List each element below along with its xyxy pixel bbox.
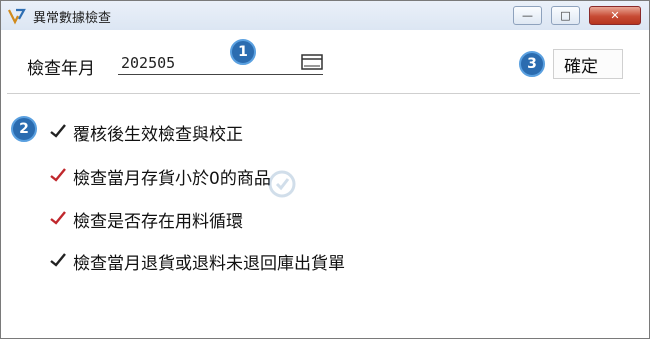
option-label: 檢查當月存貨小於0的商品 xyxy=(73,169,271,189)
option-label: 覆核後生效檢查與校正 xyxy=(73,125,243,145)
checkmark-icon xyxy=(50,211,66,225)
period-panel: 檢查年月 1 3 確定 xyxy=(7,37,640,94)
step-badge-3: 3 xyxy=(519,51,545,77)
period-input[interactable] xyxy=(118,50,323,75)
checkmark-icon xyxy=(50,168,66,182)
close-button[interactable]: ✕ xyxy=(589,6,641,25)
window-title: 異常數據檢查 xyxy=(33,11,112,26)
calendar-icon[interactable] xyxy=(301,54,323,70)
period-label: 檢查年月 xyxy=(27,59,95,79)
checkmark-icon xyxy=(50,124,66,138)
dialog-window: 異常數據檢查 — □ ✕ 檢查年月 1 3 確定 2 覆核後生效檢查與校正 檢查… xyxy=(0,0,650,339)
title-bar[interactable]: 異常數據檢查 — □ ✕ xyxy=(1,1,649,30)
ok-button[interactable]: 確定 xyxy=(553,49,623,79)
option-label: 檢查當月退貨或退料未退回庫出貨單 xyxy=(73,254,345,274)
step-badge-1: 1 xyxy=(230,39,256,65)
option-label: 檢查是否存在用料循環 xyxy=(73,212,243,232)
step-badge-2: 2 xyxy=(11,116,37,142)
app-logo-icon xyxy=(8,8,26,25)
watermark-icon xyxy=(268,170,296,198)
minimize-button[interactable]: — xyxy=(513,6,542,25)
checkmark-icon xyxy=(50,253,66,267)
maximize-button[interactable]: □ xyxy=(551,6,580,25)
